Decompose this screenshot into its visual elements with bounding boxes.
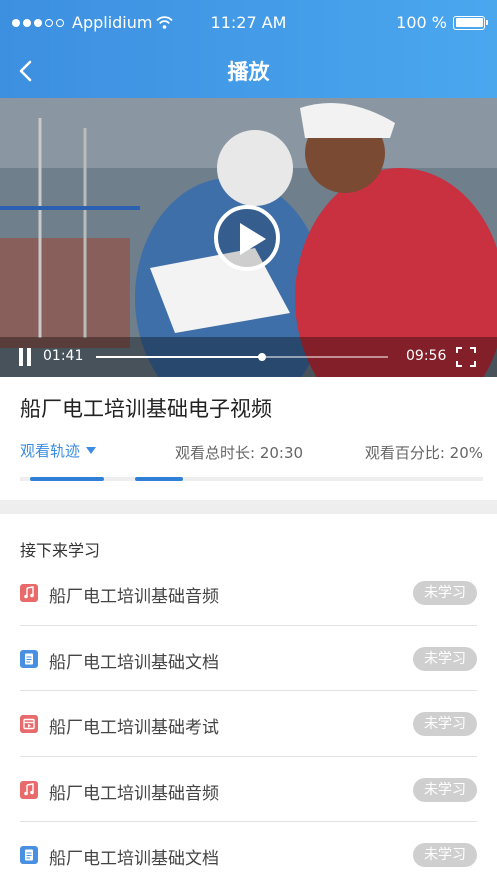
- nav-bar: 播放: [0, 46, 497, 98]
- status-badge: 未学习: [413, 581, 477, 605]
- video-title: 船厂电工培训基础电子视频: [20, 397, 272, 421]
- page-title: 播放: [227, 60, 270, 84]
- music-icon: [20, 584, 38, 602]
- list-item[interactable]: 船厂电工培训基础考试 未学习: [20, 691, 477, 757]
- status-badge: 未学习: [413, 777, 477, 802]
- watch-percentage: 观看百分比: 20%: [364, 444, 483, 462]
- seek-played: [96, 356, 263, 358]
- duration-time: 09:56: [406, 348, 447, 364]
- total-watch-time: 观看总时长: 20:30: [175, 444, 304, 462]
- document-icon: [20, 846, 38, 864]
- battery-percent: 100 %: [396, 13, 447, 32]
- battery-area: 100 %: [396, 13, 488, 32]
- status-badge: 未学习: [413, 646, 477, 671]
- document-icon: [20, 649, 38, 668]
- app-header: Applidium 11:27 AM 100 % 播放: [0, 0, 497, 98]
- current-time: 01:41: [43, 348, 84, 364]
- list-item[interactable]: 船厂电工培训基础音频 未学习: [20, 757, 477, 822]
- play-button[interactable]: [214, 205, 280, 271]
- list-item-label: 船厂电工培训基础考试: [49, 718, 219, 738]
- video-player[interactable]: 01:41 09:56: [0, 98, 497, 377]
- music-icon: [20, 780, 38, 799]
- status-badge: 未学习: [413, 843, 477, 867]
- list-item-label: 船厂电工培训基础文档: [49, 849, 219, 869]
- watch-track-bar: [20, 477, 483, 481]
- status-bar: Applidium 11:27 AM 100 %: [0, 0, 497, 46]
- caret-down-icon: [86, 447, 97, 454]
- watch-segment: [135, 477, 183, 481]
- up-next-list: 船厂电工培训基础音频 未学习 船厂电工培训基础文档 未学习 船厂电工培训基础考试 未学习船…: [20, 560, 477, 883]
- watch-track-dropdown[interactable]: 观看轨迹: [20, 440, 97, 461]
- watch-stats: 观看轨迹 观看总时长: 20:30 观看百分比: 20%: [0, 440, 497, 464]
- seek-bar[interactable]: [96, 353, 388, 361]
- list-item-label: 船厂电工培训基础音频: [49, 783, 219, 804]
- watch-segment: [30, 477, 104, 481]
- list-item[interactable]: 船厂电工培训基础文档 未学习: [20, 626, 477, 691]
- list-item-label: 船厂电工培训基础文档: [49, 652, 219, 673]
- list-item[interactable]: 船厂电工培训基础文档 未学习: [20, 822, 477, 883]
- section-divider: [0, 500, 497, 514]
- watch-track-label: 观看轨迹: [20, 442, 81, 460]
- player-controls: 01:41 09:56: [0, 337, 497, 377]
- list-item[interactable]: 船厂电工培训基础音频 未学习: [20, 560, 477, 626]
- exam-icon: [20, 715, 38, 733]
- list-item-label: 船厂电工培训基础音频: [49, 587, 219, 607]
- battery-icon: [453, 15, 488, 30]
- up-next-heading: 接下来学习: [20, 541, 101, 560]
- seek-handle[interactable]: [258, 353, 267, 361]
- status-badge: 未学习: [413, 712, 477, 736]
- pause-icon[interactable]: [18, 348, 32, 366]
- fullscreen-icon[interactable]: [456, 347, 476, 367]
